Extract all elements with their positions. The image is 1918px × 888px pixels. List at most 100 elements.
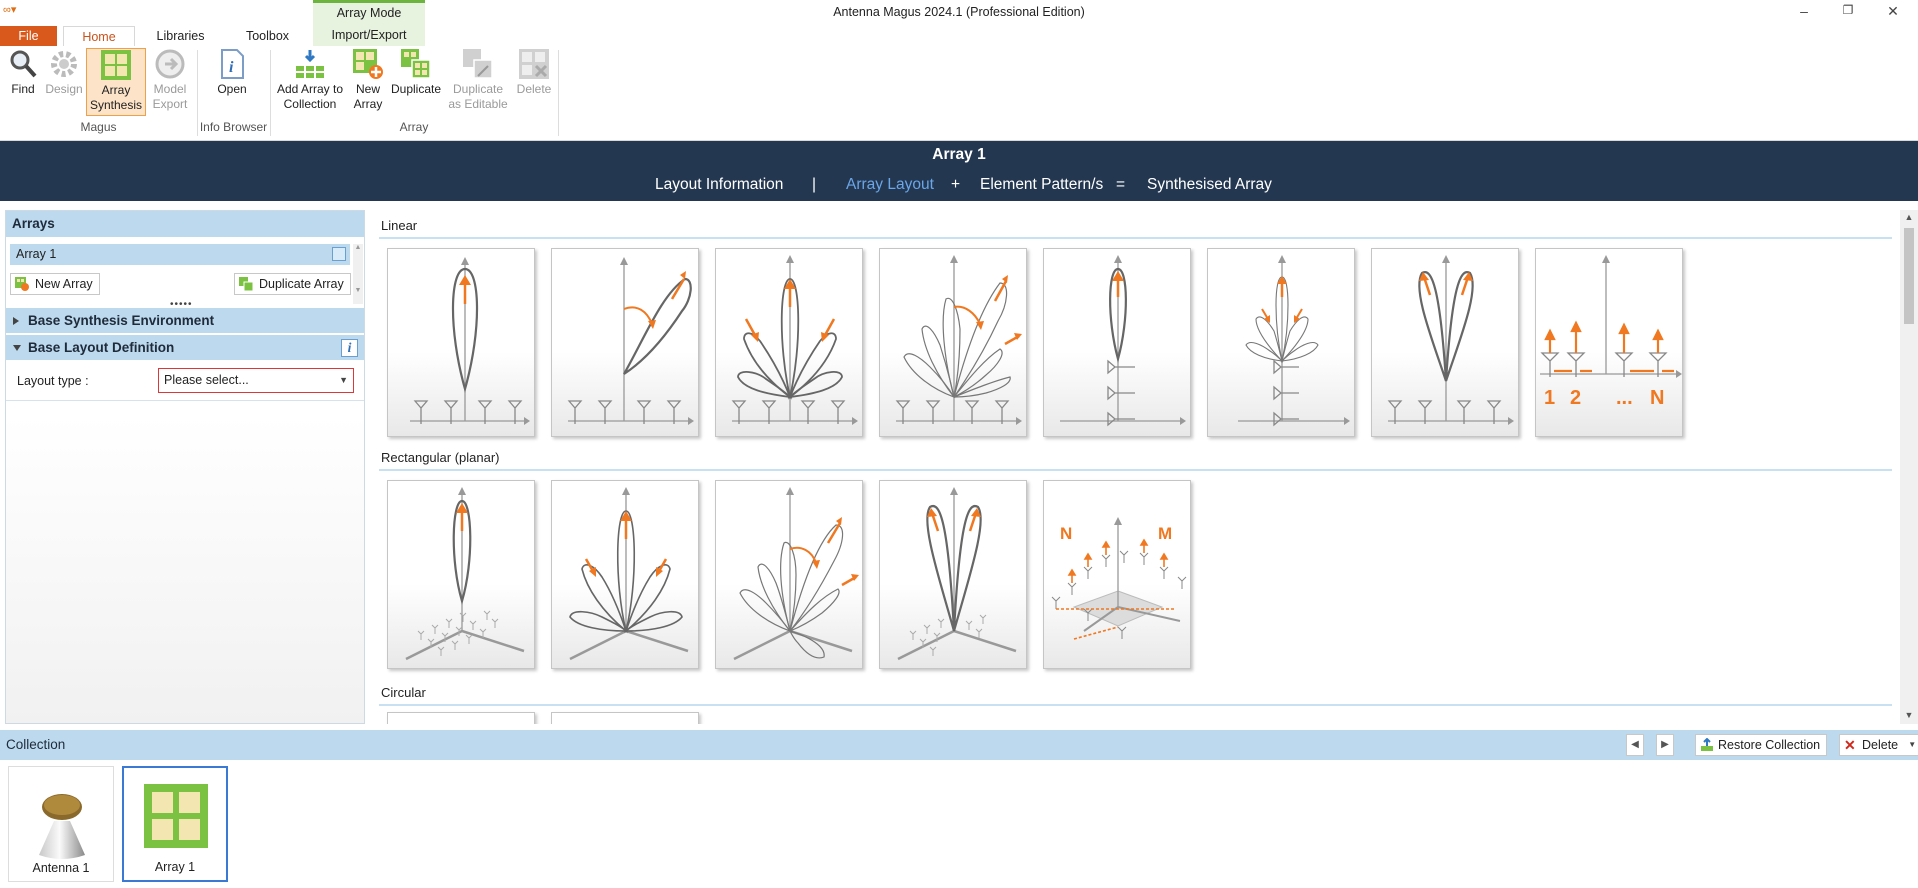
duplicate-editable-icon	[463, 49, 493, 79]
layout-information-link[interactable]: Layout Information	[655, 176, 783, 194]
collection-item-label: Antenna 1	[32, 861, 90, 875]
duplicate-button[interactable]: Duplicate	[390, 48, 442, 97]
collection-item-array[interactable]: Array 1	[122, 766, 228, 882]
export-icon	[155, 49, 185, 79]
planar-dual-beam-pattern-icon	[897, 487, 1017, 661]
array-layout-link[interactable]: Array Layout	[846, 176, 934, 194]
base-synthesis-header[interactable]: Base Synthesis Environment	[6, 307, 364, 333]
open-button[interactable]: i Open	[210, 48, 254, 97]
red-x-icon: ✕	[1844, 737, 1856, 753]
collection-next-button[interactable]: ▶	[1656, 734, 1674, 756]
duplicate-as-editable-button[interactable]: Duplicate as Editable	[448, 48, 508, 112]
layout-card-linear-broadside[interactable]	[387, 248, 535, 437]
scroll-down-arrow-icon[interactable]: ▼	[1900, 710, 1918, 720]
arrays-header: Arrays	[6, 211, 364, 237]
linear-multibeam-scanned-pattern-icon	[895, 255, 1022, 425]
layout-card-linear-multibeam-scanned[interactable]	[879, 248, 1027, 437]
magnifier-icon	[10, 50, 37, 78]
tab-libraries[interactable]: Libraries	[148, 26, 213, 46]
layout-card-planar-multibeam[interactable]	[551, 480, 699, 669]
collection-item-label: Array 1	[154, 860, 196, 874]
dup-editable-label-2: as Editable	[448, 97, 508, 111]
minimize-button[interactable]: –	[1792, 3, 1816, 23]
antenna-horn-icon	[39, 794, 85, 859]
collection-bar: Collection ◀ ▶ Restore Collection ✕ Dele…	[0, 730, 1918, 760]
collection-delete-button[interactable]: ✕ Delete ▼	[1839, 734, 1918, 756]
layout-card-circular-2[interactable]	[551, 712, 699, 724]
ribbon-tabs: File Home Libraries Toolbox Array Mode I…	[0, 0, 1918, 46]
section-divider	[379, 469, 1892, 471]
layout-card-planar-dual-beam[interactable]	[879, 480, 1027, 669]
linear-vertical-pattern-icon	[1060, 255, 1186, 427]
gallery-scrollbar[interactable]: ▲ ▼	[1900, 210, 1918, 724]
synthesised-array-link[interactable]: Synthesised Array	[1147, 176, 1272, 194]
duplicate-label: Duplicate	[390, 82, 442, 96]
duplicate-icon	[401, 49, 431, 79]
collection-prev-button[interactable]: ◀	[1626, 734, 1644, 756]
layout-card-linear-vertical-multibeam[interactable]	[1207, 248, 1355, 437]
gear-icon	[51, 51, 77, 77]
delete-button[interactable]: Delete	[514, 48, 554, 97]
chevron-down-icon: ▼	[339, 375, 348, 385]
layout-type-select[interactable]: Please select... ▼	[158, 368, 354, 393]
delete-array-icon	[519, 49, 549, 79]
model-export-label-2: Export	[152, 97, 188, 111]
layout-card-planar-scanned-multibeam[interactable]	[715, 480, 863, 669]
array-list-item[interactable]: Array 1	[10, 244, 350, 265]
collection-item-antenna[interactable]: Antenna 1	[8, 766, 114, 882]
layout-card-linear-multibeam[interactable]	[715, 248, 863, 437]
array-list-item-label: Array 1	[16, 247, 57, 261]
layout-type-label: Layout type :	[17, 374, 89, 388]
collection-title: Collection	[6, 737, 66, 752]
scrollbar-thumb[interactable]	[1904, 228, 1914, 324]
layout-card-linear-n-element[interactable]: 1 2 ... N	[1535, 248, 1683, 437]
layout-card-linear-dual-beam[interactable]	[1371, 248, 1519, 437]
ribbon-separator	[558, 50, 559, 136]
linear-scanned-pattern-icon	[567, 257, 694, 425]
layout-card-linear-vertical[interactable]	[1043, 248, 1191, 437]
collapse-arrow-icon	[13, 345, 21, 351]
scroll-up-arrow-icon[interactable]: ▲	[1900, 212, 1918, 222]
section-linear-title: Linear	[381, 218, 418, 233]
layout-type-value: Please select...	[164, 373, 249, 387]
array-synthesis-button[interactable]: Array Synthesis	[86, 48, 146, 116]
find-button[interactable]: Find	[6, 48, 40, 97]
element-patterns-link[interactable]: Element Pattern/s	[980, 176, 1103, 194]
new-array-small-button[interactable]: New Array	[10, 273, 100, 295]
card-label-2: 2	[1570, 387, 1581, 409]
arrays-list-scrollbar[interactable]: ▲ ▼	[353, 244, 363, 304]
tab-toolbox[interactable]: Toolbox	[236, 26, 299, 46]
planar-n-by-m-icon: N M	[1051, 517, 1187, 640]
restore-collection-button[interactable]: Restore Collection	[1695, 734, 1828, 756]
group-array-label: Array	[399, 120, 429, 134]
duplicate-array-small-button[interactable]: Duplicate Array	[234, 273, 351, 295]
tab-file[interactable]: File	[0, 26, 57, 46]
model-export-button[interactable]: Model Export	[148, 48, 192, 112]
layout-card-planar-broadside[interactable]	[387, 480, 535, 669]
layout-gallery: Linear 1 2 ... N Rectangular (planar) N …	[375, 210, 1900, 724]
title-bar: ∞▾ Antenna Magus 2024.1 (Professional Ed…	[0, 0, 1918, 26]
layout-card-linear-scanned[interactable]	[551, 248, 699, 437]
base-layout-header[interactable]: Base Layout Definition i	[6, 334, 364, 360]
tab-home[interactable]: Home	[63, 26, 135, 46]
svg-text:i: i	[229, 59, 234, 76]
card-label-dots: ...	[1616, 387, 1633, 409]
new-array-button[interactable]: New Array	[350, 48, 386, 112]
array-checkbox[interactable]	[332, 247, 346, 261]
restore-collection-label: Restore Collection	[1718, 738, 1821, 752]
info-icon[interactable]: i	[341, 339, 358, 357]
add-array-to-collection-button[interactable]: Add Array to Collection	[273, 48, 347, 112]
collection-delete-label: Delete	[1862, 738, 1899, 752]
base-layout-label: Base Layout Definition	[28, 340, 175, 355]
delete-dropdown-arrow-icon[interactable]: ▼	[1908, 735, 1916, 755]
linear-dual-beam-pattern-icon	[1387, 255, 1514, 425]
delete-label: Delete	[516, 82, 552, 96]
new-array-small-icon	[15, 277, 29, 291]
restore-button[interactable]: ❐	[1836, 3, 1860, 23]
layout-card-planar-n-by-m[interactable]: N M	[1043, 480, 1191, 669]
card-label-rect-m: M	[1158, 524, 1172, 543]
layout-card-circular-1[interactable]	[387, 712, 535, 724]
design-button[interactable]: Design	[44, 48, 84, 97]
close-button[interactable]: ✕	[1881, 3, 1905, 23]
tab-import-export[interactable]: Import/Export	[313, 28, 425, 42]
